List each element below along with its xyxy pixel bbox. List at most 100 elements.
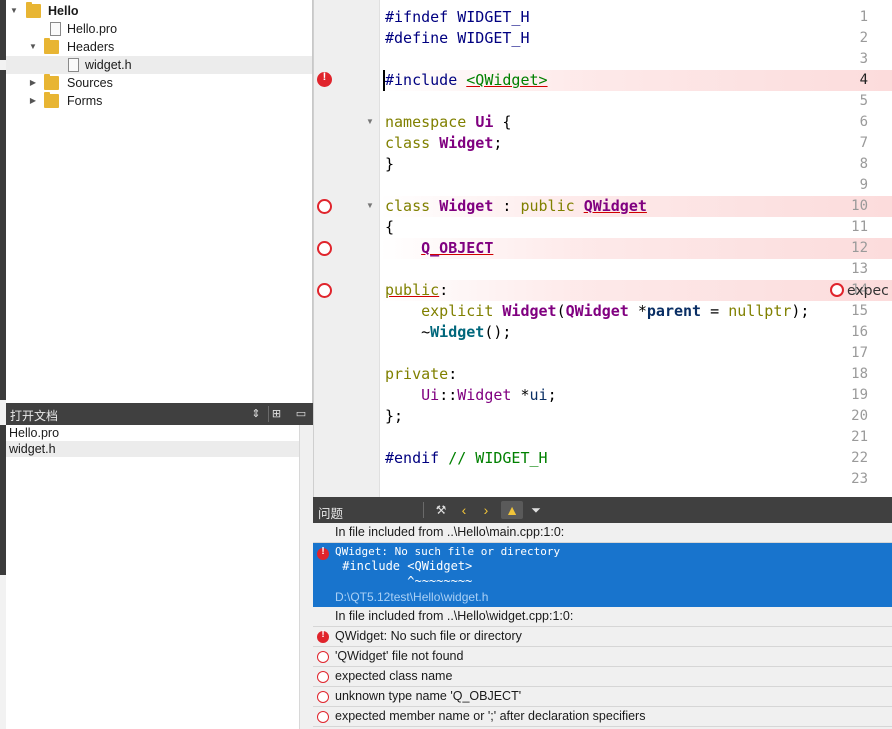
error-ring-marker-icon[interactable]: [317, 199, 332, 214]
build-filter-icon[interactable]: ⚒: [431, 501, 451, 519]
line-number: 8: [859, 156, 868, 172]
issue-text: QWidget: No such file or directory: [335, 629, 522, 643]
filter-icon[interactable]: ⏷: [527, 501, 545, 519]
split-add-icon[interactable]: ⊞: [268, 406, 284, 422]
code-token: Widget: [439, 134, 494, 152]
forms-folder-icon: [44, 92, 59, 108]
error-icon: [317, 629, 329, 643]
fold-arrow-icon[interactable]: ▼: [366, 117, 374, 126]
code-line: ~Widget();: [385, 322, 511, 343]
issue-row[interactable]: In file included from ..\Hello\main.cpp:…: [313, 523, 892, 543]
open-documents-header: 打开文档 ⇕ ⊞ ▭: [6, 403, 313, 425]
headers-folder-icon: [44, 38, 59, 54]
line-number: 2: [859, 30, 868, 46]
error-ring-icon: [830, 283, 844, 297]
code-line: {: [385, 217, 394, 238]
issues-pane-header: 问题 ⚒ ‹ › ▲ ⏷: [313, 497, 892, 523]
previous-icon[interactable]: ‹: [455, 501, 473, 519]
issue-row[interactable]: 'QWidget' file not found: [313, 647, 892, 667]
open-documents-scrollbar[interactable]: [299, 425, 313, 729]
next-icon[interactable]: ›: [477, 501, 495, 519]
error-ring-icon: [317, 671, 329, 683]
issues-pane-title: 问题: [318, 507, 344, 521]
issue-text: QWidget: No such file or directory: [335, 545, 561, 558]
qt-project-folder-icon: [26, 2, 41, 18]
project-tree: ▼ Hello Hello.pro ▼ Headers widget.h ▶ S…: [6, 0, 313, 403]
issue-text: In file included from ..\Hello\widget.cp…: [335, 609, 574, 623]
line-number: 3: [859, 51, 868, 67]
tree-item-sources[interactable]: ▶ Sources: [6, 74, 312, 92]
open-document-item[interactable]: widget.h: [6, 441, 299, 457]
sort-arrows-icon[interactable]: ⇕: [248, 406, 264, 422]
tree-item-headers[interactable]: ▼ Headers: [6, 38, 312, 56]
error-ring-marker-icon[interactable]: [317, 241, 332, 256]
inline-error-annotation[interactable]: expec: [830, 281, 889, 301]
code-token: };: [385, 407, 404, 425]
code-line: private:: [385, 364, 457, 385]
line-number-current: 4: [859, 72, 868, 88]
tree-item-label: Forms: [67, 94, 103, 108]
warning-filter-icon[interactable]: ▲: [501, 501, 523, 519]
code-token: :: [493, 197, 521, 215]
code-token: );: [791, 302, 810, 320]
qt-pro-file-icon: [50, 22, 61, 36]
line-number: 22: [851, 450, 868, 466]
code-token: class: [385, 134, 440, 152]
code-token: Ui: [475, 113, 494, 131]
chevron-down-icon[interactable]: ▼: [9, 2, 19, 20]
error-ring-icon: [317, 691, 329, 703]
code-token: {: [493, 113, 512, 131]
issue-row[interactable]: expected member name or ';' after declar…: [313, 707, 892, 727]
line-number: 15: [851, 303, 868, 319]
chevron-down-icon[interactable]: ▼: [28, 38, 38, 56]
issue-text: expected member name or ';' after declar…: [335, 709, 646, 723]
code-line: #ifndef WIDGET_H: [385, 7, 530, 28]
line-number: 17: [851, 345, 868, 361]
issue-text: unknown type name 'Q_OBJECT': [335, 689, 522, 703]
code-token: #ifndef: [385, 8, 458, 26]
tree-item-label: widget.h: [85, 58, 132, 72]
code-token: public: [385, 281, 440, 299]
line-number: 23: [851, 471, 868, 487]
open-document-item[interactable]: Hello.pro: [6, 425, 299, 441]
tree-item-label: Headers: [67, 40, 115, 54]
issue-row-selected[interactable]: QWidget: No such file or directory #incl…: [313, 543, 892, 607]
issue-file-path[interactable]: D:\QT5.12test\Hello\widget.h: [335, 590, 488, 604]
error-marker-icon[interactable]: [317, 71, 332, 87]
code-token: WIDGET_H: [457, 29, 530, 47]
code-line-current: #include <QWidget>: [383, 70, 548, 91]
close-pane-icon[interactable]: ▭: [293, 406, 309, 422]
issue-row[interactable]: expected class name: [313, 667, 892, 687]
code-line: explicit Widget(QWidget *parent = nullpt…: [385, 301, 809, 322]
chevron-right-icon[interactable]: ▶: [28, 74, 38, 92]
issue-row[interactable]: unknown type name 'Q_OBJECT': [313, 687, 892, 707]
code-token: #define: [385, 29, 458, 47]
sources-folder-icon: [44, 74, 59, 90]
issue-text: 'QWidget' file not found: [335, 649, 464, 663]
error-ring-marker-icon[interactable]: [317, 283, 332, 298]
code-token: ::: [439, 386, 458, 404]
issue-row[interactable]: QWidget: No such file or directory: [313, 627, 892, 647]
fold-arrow-icon[interactable]: ▼: [366, 201, 374, 210]
issue-row[interactable]: In file included from ..\Hello\widget.cp…: [313, 607, 892, 627]
inline-error-text: expec: [847, 283, 889, 299]
code-token: :: [448, 365, 458, 383]
line-number: 18: [851, 366, 868, 382]
code-line: #define WIDGET_H: [385, 28, 530, 49]
code-line: }: [385, 154, 394, 175]
tree-item-hello[interactable]: ▼ Hello: [6, 2, 312, 20]
line-number: 9: [859, 177, 868, 193]
code-line: #endif // WIDGET_H: [385, 448, 548, 469]
code-token: Ui: [421, 386, 440, 404]
tree-item-forms[interactable]: ▶ Forms: [6, 92, 312, 110]
code-token: *: [511, 386, 530, 404]
code-editor[interactable]: 1 2 3 4 5 6 7 8 9 10 11 12 13 14 15 16 1…: [313, 0, 892, 497]
tree-item-widget-h[interactable]: widget.h: [6, 56, 312, 74]
code-token: =: [701, 302, 729, 320]
code-token: namespace: [385, 113, 476, 131]
tree-item-hello-pro[interactable]: Hello.pro: [6, 20, 312, 38]
code-token: QWidget: [565, 302, 629, 320]
chevron-right-icon[interactable]: ▶: [28, 92, 38, 110]
code-token: explicit: [421, 302, 503, 320]
